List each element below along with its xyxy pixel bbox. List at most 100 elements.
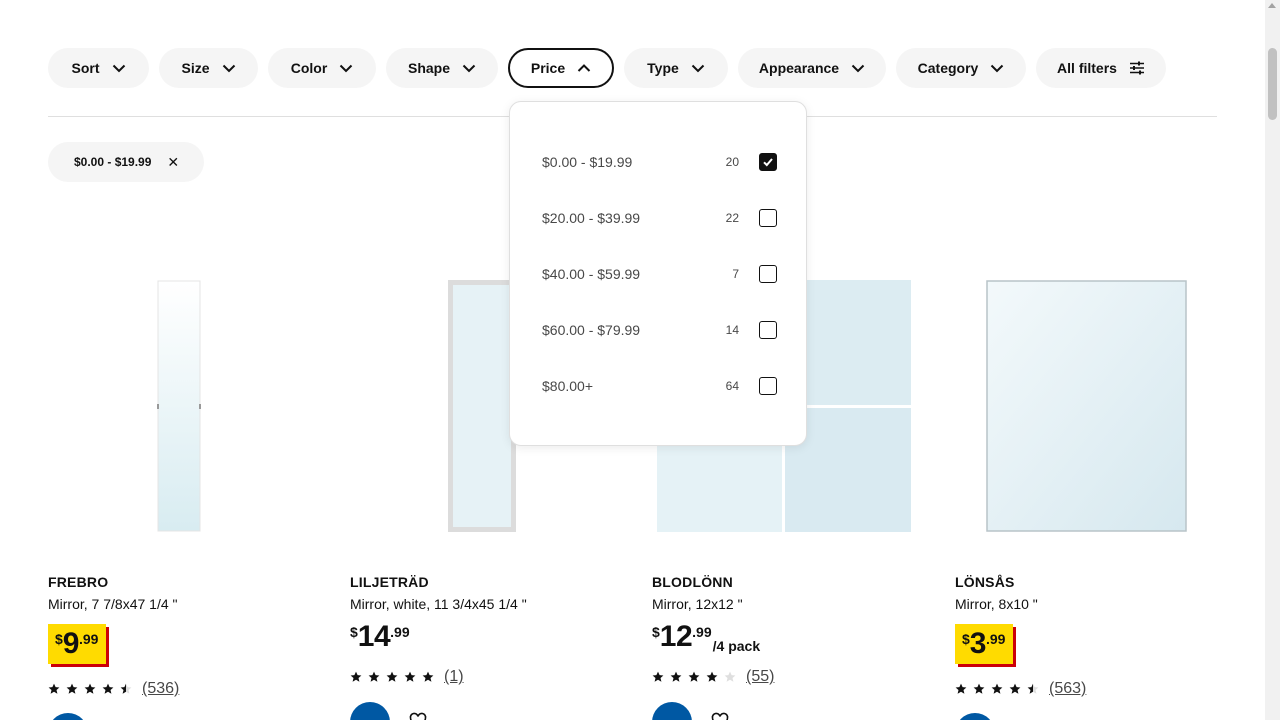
price-option[interactable]: $40.00 - $59.99 7 [542, 262, 777, 286]
price-option-count: 7 [732, 267, 739, 281]
product-image[interactable] [448, 280, 516, 532]
product-price: $14.99 [350, 620, 410, 654]
price-option[interactable]: $20.00 - $39.99 22 [542, 206, 777, 230]
shape-filter-button[interactable]: Shape [386, 48, 498, 88]
chevron-down-icon [339, 61, 353, 75]
review-count[interactable]: (563) [1049, 680, 1086, 698]
price-option-label: $60.00 - $79.99 [542, 322, 641, 338]
add-to-cart-button[interactable] [350, 702, 390, 720]
price-option-checkbox[interactable] [759, 321, 777, 339]
price-currency: $ [350, 624, 358, 640]
add-to-cart-button[interactable] [652, 702, 692, 720]
filter-label: Color [290, 60, 328, 76]
product-name[interactable]: LÖNSÅS [955, 574, 1015, 590]
review-count[interactable]: (1) [444, 668, 464, 686]
price-decimal: .99 [78, 631, 99, 647]
product-rating[interactable]: (563) [955, 680, 1086, 698]
price-option[interactable]: $60.00 - $79.99 14 [542, 318, 777, 342]
price-option-label: $80.00+ [542, 378, 593, 394]
filter-label: Sort [71, 60, 100, 76]
price-option-count: 20 [725, 155, 739, 169]
product-rating[interactable]: (536) [48, 680, 179, 698]
category-filter-button[interactable]: Category [896, 48, 1026, 88]
price-option-checkbox[interactable] [759, 209, 777, 227]
scrollbar-thumb[interactable] [1268, 48, 1277, 120]
star-icon [688, 671, 700, 682]
product-description: Mirror, 8x10 " [955, 596, 1038, 612]
price-option-label: $40.00 - $59.99 [542, 266, 641, 282]
price-option-checkbox[interactable] [759, 377, 777, 395]
chevron-down-icon [222, 61, 236, 75]
star-icon [670, 671, 682, 682]
price-filter-button[interactable]: Price [508, 48, 614, 88]
rating-stars [652, 671, 736, 683]
review-count[interactable]: (55) [746, 668, 774, 686]
price-option-count: 64 [725, 379, 739, 393]
price-option-count: 22 [725, 211, 739, 225]
heart-icon[interactable] [711, 712, 729, 720]
price-dropdown: $0.00 - $19.99 20 $20.00 - $39.99 22 $40… [509, 101, 807, 446]
star-icon [368, 671, 380, 682]
price-integer: 14 [357, 620, 391, 653]
rating-stars [48, 683, 132, 695]
filter-label: Type [647, 60, 679, 76]
filter-label: All filters [1057, 60, 1117, 76]
size-filter-button[interactable]: Size [159, 48, 258, 88]
product-price: $9.99 [48, 624, 107, 664]
chevron-down-icon [462, 61, 476, 75]
product-name[interactable]: LILJETRÄD [350, 574, 429, 590]
product-rating[interactable]: (55) [652, 668, 774, 686]
filter-label: Shape [407, 60, 450, 76]
applied-filter-chip[interactable]: $0.00 - $19.99 ✕ [48, 142, 204, 182]
all-filters-button[interactable]: All filters [1036, 48, 1166, 88]
appearance-filter-button[interactable]: Appearance [738, 48, 886, 88]
price-currency: $ [962, 631, 970, 647]
price-option-checkbox[interactable] [759, 265, 777, 283]
star-icon [1009, 683, 1021, 694]
filter-label: Appearance [758, 60, 840, 76]
chevron-down-icon [990, 61, 1004, 75]
price-integer: 3 [969, 627, 987, 660]
product-image[interactable] [157, 280, 201, 532]
star-icon [404, 671, 416, 682]
close-icon[interactable]: ✕ [167, 155, 179, 169]
product-name[interactable]: FREBRO [48, 574, 108, 590]
price-decimal: .99 [985, 631, 1006, 647]
applied-filter-label: $0.00 - $19.99 [74, 155, 152, 169]
rating-stars [350, 671, 434, 683]
star-icon [652, 671, 664, 682]
chevron-down-icon [851, 61, 865, 75]
color-filter-button[interactable]: Color [268, 48, 376, 88]
filter-label: Size [181, 60, 210, 76]
product-image[interactable] [986, 280, 1187, 532]
add-to-cart-button[interactable] [48, 713, 88, 720]
star-icon [724, 671, 736, 682]
product-description: Mirror, 7 7/8x47 1/4 " [48, 596, 178, 612]
star-icon [120, 683, 132, 694]
price-decimal: .99 [390, 624, 410, 640]
price-option-count: 14 [725, 323, 739, 337]
filter-label: Price [530, 60, 566, 76]
price-option[interactable]: $0.00 - $19.99 20 [542, 150, 777, 174]
star-icon [386, 671, 398, 682]
star-icon [66, 683, 78, 694]
product-price: $12.99/4 pack [652, 620, 760, 654]
price-decimal: .99 [692, 624, 712, 640]
price-option-label: $0.00 - $19.99 [542, 154, 633, 170]
product-rating[interactable]: (1) [350, 668, 464, 686]
chevron-up-icon [577, 61, 591, 75]
review-count[interactable]: (536) [142, 680, 179, 698]
type-filter-button[interactable]: Type [624, 48, 728, 88]
scroll-up-arrow-icon[interactable] [1268, 3, 1276, 8]
add-to-cart-button[interactable] [955, 713, 995, 720]
product-description: Mirror, 12x12 " [652, 596, 743, 612]
scrollbar[interactable] [1265, 0, 1280, 720]
price-currency: $ [652, 624, 660, 640]
price-option-checkbox[interactable] [759, 153, 777, 171]
heart-icon[interactable] [409, 712, 427, 720]
product-price: $3.99 [955, 624, 1014, 664]
star-icon [1027, 683, 1039, 694]
sort-filter-button[interactable]: Sort [48, 48, 149, 88]
product-name[interactable]: BLODLÖNN [652, 574, 733, 590]
price-option[interactable]: $80.00+ 64 [542, 374, 777, 398]
